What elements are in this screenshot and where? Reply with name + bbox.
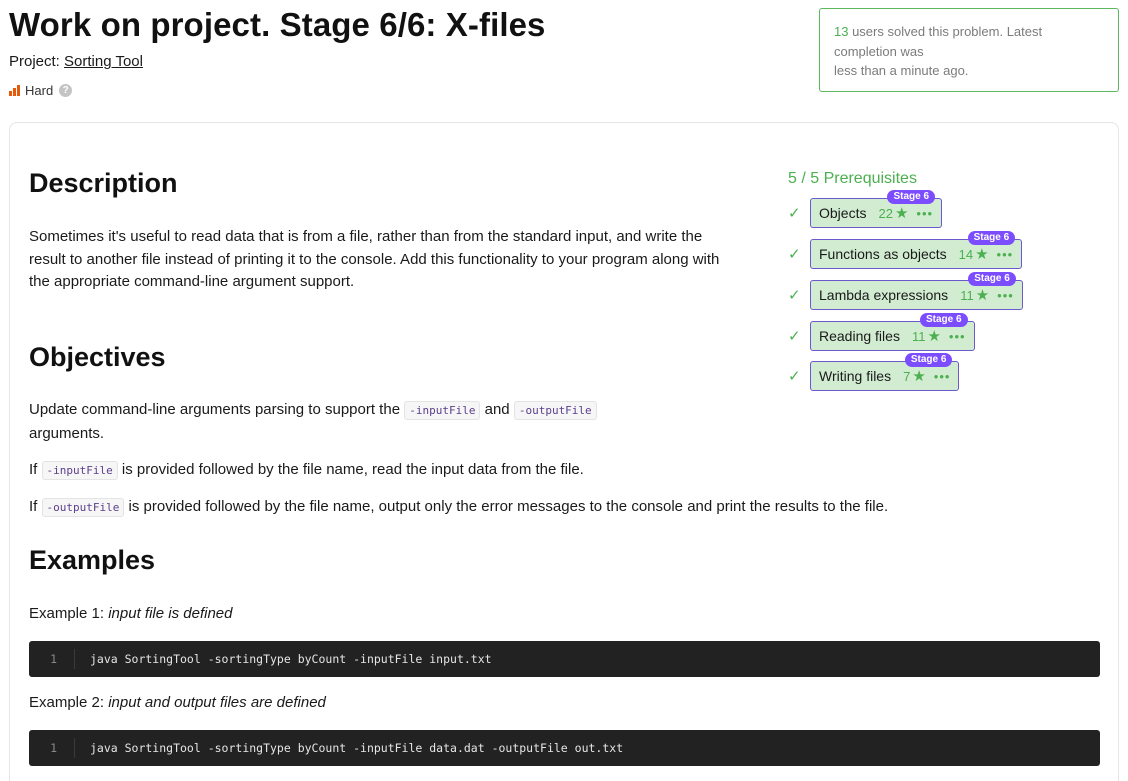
stage-badge: Stage 6	[919, 313, 968, 327]
solved-time: less than a minute ago.	[834, 63, 969, 78]
example-1-desc: input file is defined	[108, 605, 233, 622]
examples-heading: Examples	[29, 545, 156, 575]
prerequisite-chip-objects[interactable]: Stage 6 Objects 22 ★ •••	[810, 190, 943, 228]
prerequisite-item: ✓ Stage 6 Reading files 11 ★ •••	[788, 313, 975, 351]
code-inputfile: -inputFile	[404, 401, 481, 420]
example-1-label: Example 1: input file is defined	[29, 603, 232, 626]
solved-text: users solved this problem. Latest comple…	[834, 24, 1043, 59]
stage-badge: Stage 6	[967, 231, 1016, 245]
objective-1-text-c: arguments.	[29, 424, 105, 442]
help-icon[interactable]: ?	[59, 84, 73, 97]
more-icon[interactable]: •••	[934, 369, 951, 384]
prerequisite-item: ✓ Stage 6 Lambda expressions 11 ★ •••	[788, 272, 1023, 310]
objective-1: Update command-line arguments parsing to…	[29, 399, 729, 445]
prerequisite-item: ✓ Stage 6 Objects 22 ★ •••	[788, 190, 943, 228]
check-icon: ✓	[788, 287, 801, 304]
stage-badge: Stage 6	[887, 190, 936, 204]
project-link[interactable]: Sorting Tool	[64, 53, 143, 70]
more-icon[interactable]: •••	[916, 206, 933, 221]
star-icon: ★	[894, 205, 909, 222]
star-icon: ★	[912, 368, 926, 385]
star-icon: ★	[975, 246, 989, 263]
line-number: 1	[29, 649, 75, 669]
check-icon: ✓	[788, 368, 801, 385]
difficulty-label: Hard	[25, 83, 54, 98]
solved-info-box: 13 users solved this problem. Latest com…	[819, 8, 1119, 92]
more-icon[interactable]: •••	[997, 288, 1014, 303]
objective-2-text-b: is provided followed by the file name, r…	[117, 461, 584, 478]
code-block-example-2[interactable]: 1 java SortingTool -sortingType byCount …	[29, 730, 1100, 766]
rating-value: 11	[960, 287, 974, 303]
stage-badge: Stage 6	[968, 272, 1016, 286]
prerequisite-item: ✓ Stage 6 Functions as objects 14 ★ •••	[788, 231, 1023, 269]
difficulty: Hard ?	[9, 83, 73, 98]
check-icon: ✓	[788, 328, 801, 345]
objectives-heading: Objectives	[29, 342, 166, 372]
rating-value: 14	[958, 246, 974, 262]
line-number: 1	[29, 738, 75, 758]
rating-value: 22	[878, 205, 893, 221]
example-1-title: Example 1:	[29, 605, 109, 622]
description-heading: Description	[29, 168, 178, 198]
difficulty-bars-icon	[9, 85, 20, 96]
solved-count: 13	[834, 24, 849, 39]
more-icon[interactable]: •••	[997, 247, 1014, 262]
rating-value: 11	[911, 328, 926, 344]
prerequisite-chip-lambda-expressions[interactable]: Stage 6 Lambda expressions 11 ★ •••	[810, 272, 1023, 310]
prerequisite-item: ✓ Stage 6 Writing files 7 ★ •••	[788, 353, 960, 391]
description-text: Sometimes it's useful to read data that …	[29, 228, 720, 290]
stage-badge: Stage 6	[904, 353, 953, 367]
objective-2-text-a: If	[29, 461, 42, 478]
code-outputfile: -outputFile	[41, 498, 125, 517]
prerequisite-label: Functions as objects	[819, 246, 947, 262]
stage-card: Description Sometimes it's useful to rea…	[9, 122, 1119, 781]
code-outputfile: -outputFile	[513, 401, 597, 420]
example-2-desc: input and output files are defined	[108, 694, 326, 711]
prerequisite-label: Writing files	[819, 368, 892, 384]
example-2-label: Example 2: input and output files are de…	[29, 692, 326, 715]
objective-3-text-b: is provided followed by the file name, o…	[124, 498, 889, 515]
star-icon: ★	[975, 287, 990, 304]
objective-3-text-a: If	[29, 498, 42, 515]
prerequisite-label: Reading files	[819, 328, 900, 344]
prerequisites-title: 5 / 5 Prerequisites	[788, 170, 917, 187]
prerequisite-chip-functions-as-objects[interactable]: Stage 6 Functions as objects 14 ★ •••	[810, 231, 1023, 269]
prerequisite-label: Objects	[819, 205, 867, 221]
more-icon[interactable]: •••	[949, 329, 966, 344]
example-2-title: Example 2:	[29, 694, 109, 711]
project-line: Project: Sorting Tool	[9, 53, 143, 70]
rating-value: 7	[903, 368, 911, 384]
objective-1-text-a: Update command-line arguments parsing to…	[29, 401, 405, 418]
code-line: java SortingTool -sortingType byCount -i…	[90, 652, 492, 666]
objective-3: If -outputFile is provided followed by t…	[29, 496, 888, 520]
check-icon: ✓	[788, 246, 801, 263]
objective-2: If -inputFile is provided followed by th…	[29, 459, 584, 483]
code-line: java SortingTool -sortingType byCount -i…	[90, 741, 624, 755]
prerequisite-chip-writing-files[interactable]: Stage 6 Writing files 7 ★ •••	[810, 353, 960, 391]
project-label: Project:	[9, 53, 60, 70]
prerequisite-label: Lambda expressions	[819, 287, 949, 303]
prerequisite-chip-reading-files[interactable]: Stage 6 Reading files 11 ★ •••	[810, 313, 975, 351]
code-block-example-1[interactable]: 1 java SortingTool -sortingType byCount …	[29, 641, 1100, 677]
objective-1-text-b: and	[480, 401, 514, 418]
star-icon: ★	[927, 328, 941, 345]
code-inputfile: -inputFile	[41, 461, 118, 480]
check-icon: ✓	[788, 205, 801, 222]
page-title: Work on project. Stage 6/6: X-files	[9, 6, 546, 43]
